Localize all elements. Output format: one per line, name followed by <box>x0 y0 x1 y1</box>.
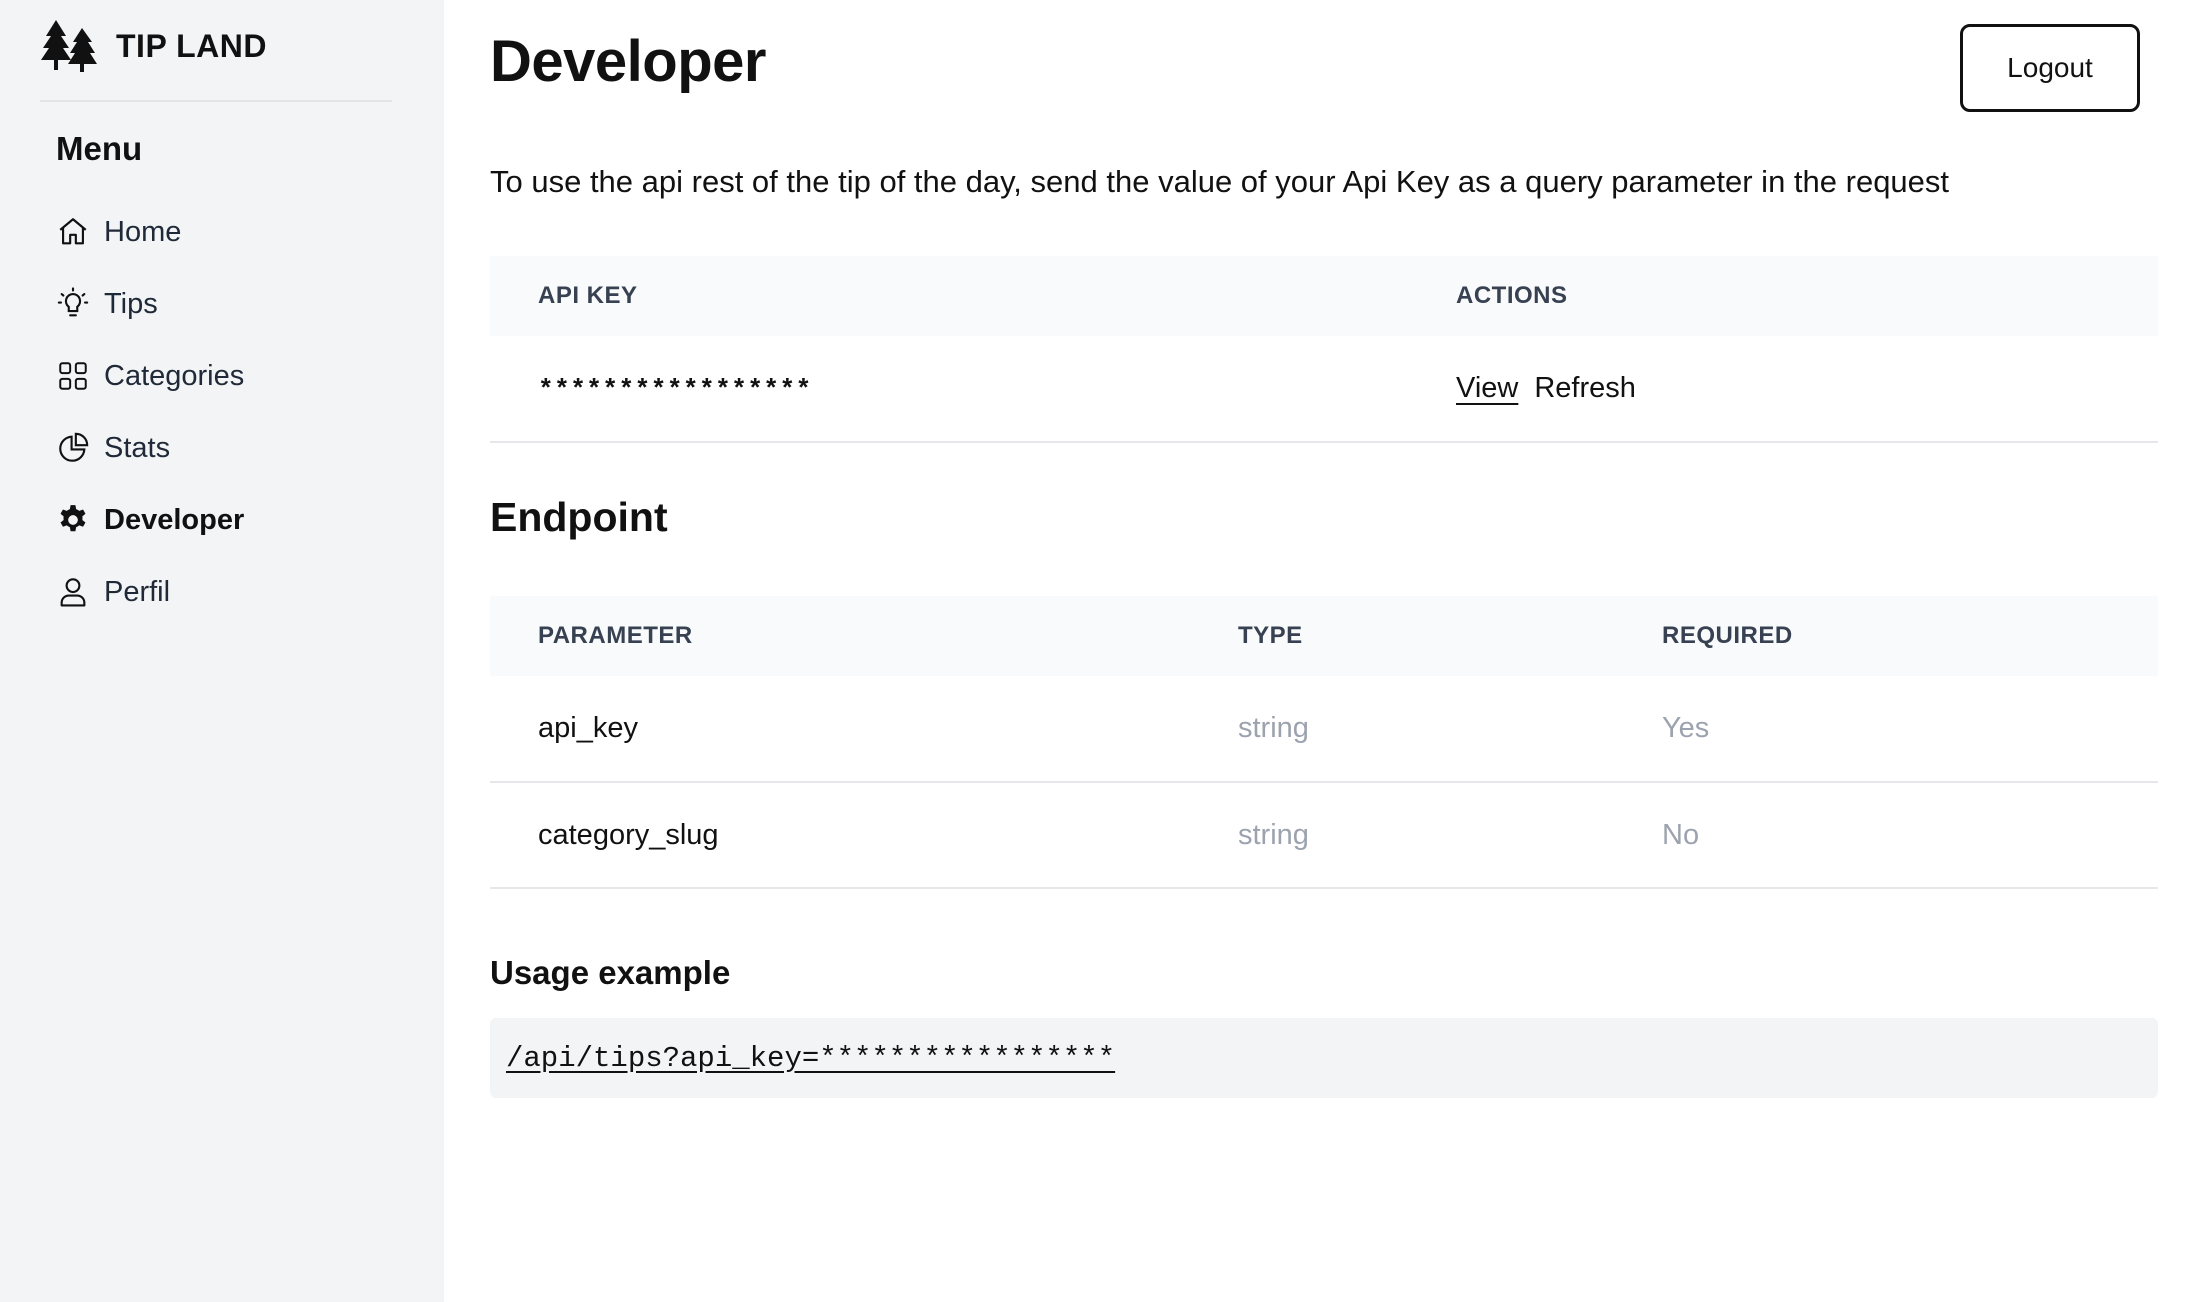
parameter-type: string <box>1190 782 1614 889</box>
intro-text: To use the api rest of the tip of the da… <box>490 164 1950 199</box>
gear-icon <box>56 502 90 538</box>
endpoint-title: Endpoint <box>490 494 668 540</box>
usage-example-title: Usage example <box>490 954 731 991</box>
parameters-table: PARAMETER TYPE REQUIRED api_key string Y… <box>490 596 2158 889</box>
parameter-required: Yes <box>1614 676 2158 783</box>
parameter-name: api_key <box>490 676 1190 783</box>
parameter-type: string <box>1190 676 1614 783</box>
brand[interactable]: TIP LAND <box>40 18 267 74</box>
masked-api-key: ***************** <box>490 336 1408 443</box>
table-header-row: PARAMETER TYPE REQUIRED <box>490 596 2158 676</box>
brand-name: TIP LAND <box>116 27 267 64</box>
column-header-required: REQUIRED <box>1614 596 2158 676</box>
sidebar-item-developer[interactable]: Developer <box>56 484 416 556</box>
actions-cell: View Refresh <box>1408 336 2158 443</box>
sidebar-divider <box>40 100 392 102</box>
sidebar-item-label: Perfil <box>104 575 171 608</box>
table-row: category_slug string No <box>490 782 2158 889</box>
table-row: api_key string Yes <box>490 676 2158 783</box>
column-header-parameter: PARAMETER <box>490 596 1190 676</box>
sidebar-item-stats[interactable]: Stats <box>56 412 416 484</box>
pie-chart-icon <box>56 430 90 466</box>
main-content: Developer Logout To use the api rest of … <box>490 0 2158 1302</box>
masked-key-value: ***************** <box>538 375 812 405</box>
column-header-type: TYPE <box>1190 596 1614 676</box>
sidebar-nav: Home Tips Categories Stats Developer Per… <box>56 196 416 628</box>
column-header-api-key: API KEY <box>490 256 1408 336</box>
usage-example-link[interactable]: /api/tips?api_key=***************** <box>506 1042 1115 1075</box>
sidebar-item-label: Tips <box>104 287 158 320</box>
trees-logo-icon <box>40 18 100 74</box>
parameter-required: No <box>1614 782 2158 889</box>
sidebar-item-tips[interactable]: Tips <box>56 268 416 340</box>
sidebar: TIP LAND Menu Home Tips Categories Stats… <box>0 0 444 1302</box>
refresh-key-button[interactable]: Refresh <box>1534 372 1636 404</box>
grid-icon <box>56 358 90 394</box>
column-header-actions: ACTIONS <box>1408 256 2158 336</box>
usage-example-code-block: /api/tips?api_key=***************** <box>490 1018 2158 1098</box>
parameter-name: category_slug <box>490 782 1190 889</box>
sidebar-item-label: Categories <box>104 359 245 392</box>
sidebar-item-perfil[interactable]: Perfil <box>56 556 416 628</box>
menu-title: Menu <box>56 130 143 167</box>
sidebar-item-categories[interactable]: Categories <box>56 340 416 412</box>
sidebar-item-label: Stats <box>104 431 171 464</box>
sidebar-item-label: Home <box>104 215 182 248</box>
page-title: Developer <box>490 29 766 94</box>
user-icon <box>56 574 90 610</box>
logout-button[interactable]: Logout <box>1960 24 2140 112</box>
home-icon <box>56 214 90 250</box>
table-row: ***************** View Refresh <box>490 336 2158 443</box>
lightbulb-icon <box>56 286 90 322</box>
sidebar-item-label: Developer <box>104 503 245 536</box>
view-key-link[interactable]: View <box>1456 372 1518 404</box>
sidebar-item-home[interactable]: Home <box>56 196 416 268</box>
api-key-table: API KEY ACTIONS ***************** View Re… <box>490 256 2158 443</box>
table-header-row: API KEY ACTIONS <box>490 256 2158 336</box>
